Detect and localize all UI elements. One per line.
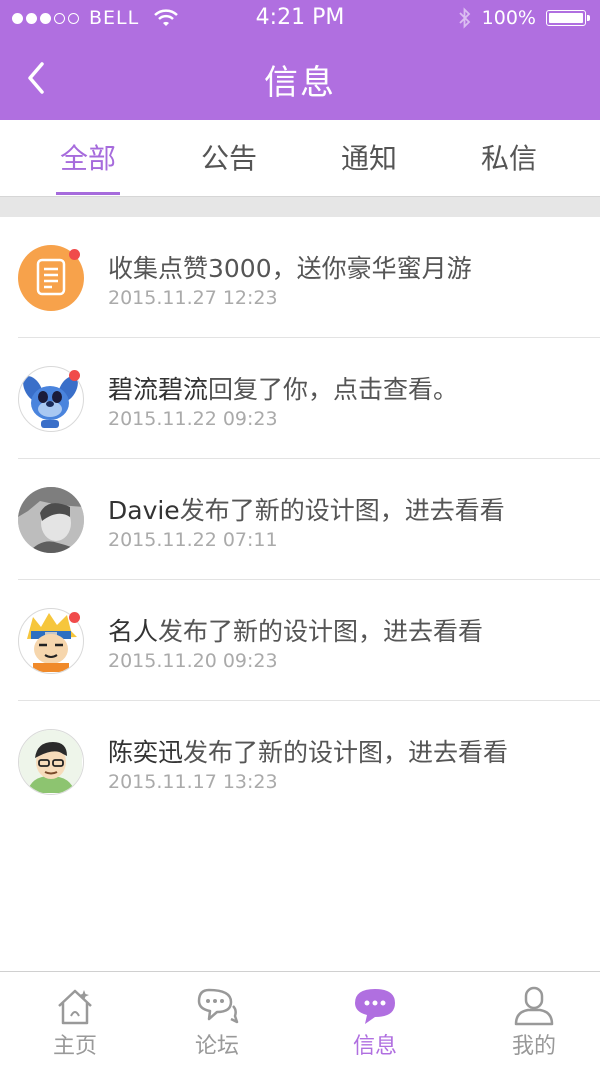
bottom-tab-bar: 主页 论坛 信息 我的	[0, 971, 600, 1066]
list-item[interactable]: Davie发布了新的设计图，进去看看 2015.11.22 07:11	[0, 459, 600, 580]
unread-badge	[69, 370, 80, 381]
tabbar-label: 我的	[511, 1034, 556, 1059]
list-item[interactable]: 陈奕迅发布了新的设计图，进去看看 2015.11.17 13:23	[0, 701, 600, 822]
unread-badge	[69, 612, 80, 623]
cartoon-man-avatar	[18, 729, 84, 795]
battery-icon	[546, 10, 590, 26]
sender-name: 碧流碧流	[108, 375, 209, 404]
tabbar-profile[interactable]: 我的	[459, 972, 600, 1066]
tabbar-home[interactable]: 主页	[0, 972, 150, 1066]
message-text: 收集点赞3000，送你豪华蜜月游	[108, 249, 472, 285]
section-divider	[0, 197, 600, 217]
message-list: 收集点赞3000，送你豪华蜜月游 2015.11.27 12:23 碧流碧流回复…	[0, 217, 600, 822]
message-text: Davie发布了新的设计图，进去看看	[108, 491, 505, 527]
message-date: 2015.11.22 09:23	[108, 408, 278, 430]
user-icon	[514, 986, 554, 1026]
message-date: 2015.11.27 12:23	[108, 287, 278, 309]
sender-name: 名人	[108, 617, 159, 646]
sender-name: 陈奕迅	[108, 738, 184, 767]
home-icon	[58, 989, 92, 1025]
tabbar-label: 信息	[352, 1034, 397, 1059]
active-tab-indicator	[56, 192, 120, 195]
message-date: 2015.11.20 09:23	[108, 650, 278, 672]
chat-bubbles-icon	[197, 988, 239, 1024]
list-item[interactable]: 收集点赞3000，送你豪华蜜月游 2015.11.27 12:23	[0, 217, 600, 338]
message-date: 2015.11.17 13:23	[108, 771, 278, 793]
tabbar-forum[interactable]: 论坛	[142, 972, 292, 1066]
message-text: 碧流碧流回复了你，点击查看。	[108, 370, 458, 406]
message-content: 回复了你，点击查看。	[208, 375, 459, 404]
page-title: 信息	[264, 63, 336, 103]
message-content: 收集点赞3000，送你豪华蜜月游	[108, 254, 472, 283]
message-content: 发布了新的设计图，进去看看	[183, 738, 509, 767]
category-tabs: 全部 公告 通知 私信	[0, 120, 600, 197]
tab-all[interactable]: 全部	[13, 120, 163, 196]
status-right: 100%	[458, 7, 590, 29]
tab-private-messages[interactable]: 私信	[434, 120, 584, 196]
message-text: 名人发布了新的设计图，进去看看	[108, 612, 483, 648]
battery-percentage: 100%	[481, 7, 536, 29]
tab-announcements[interactable]: 公告	[154, 120, 304, 196]
header: BELL 4:21 PM 100% 信息	[0, 0, 600, 120]
tab-notifications[interactable]: 通知	[294, 120, 444, 196]
message-text: 陈奕迅发布了新的设计图，进去看看	[108, 733, 508, 769]
tabbar-label: 论坛	[194, 1034, 239, 1059]
message-content: 发布了新的设计图，进去看看	[158, 617, 484, 646]
message-date: 2015.11.22 07:11	[108, 529, 278, 551]
status-bar: BELL 4:21 PM 100%	[0, 0, 600, 38]
tabbar-messages[interactable]: 信息	[300, 972, 450, 1066]
photo-avatar	[18, 487, 84, 553]
sender-name: Davie	[108, 496, 180, 525]
message-content: 发布了新的设计图，进去看看	[179, 496, 505, 525]
list-item[interactable]: 碧流碧流回复了你，点击查看。 2015.11.22 09:23	[0, 338, 600, 459]
bluetooth-icon	[459, 7, 470, 29]
unread-badge	[69, 249, 80, 260]
tabbar-label: 主页	[52, 1034, 97, 1059]
list-item[interactable]: 名人发布了新的设计图，进去看看 2015.11.20 09:23	[0, 580, 600, 701]
message-icon	[355, 989, 395, 1024]
